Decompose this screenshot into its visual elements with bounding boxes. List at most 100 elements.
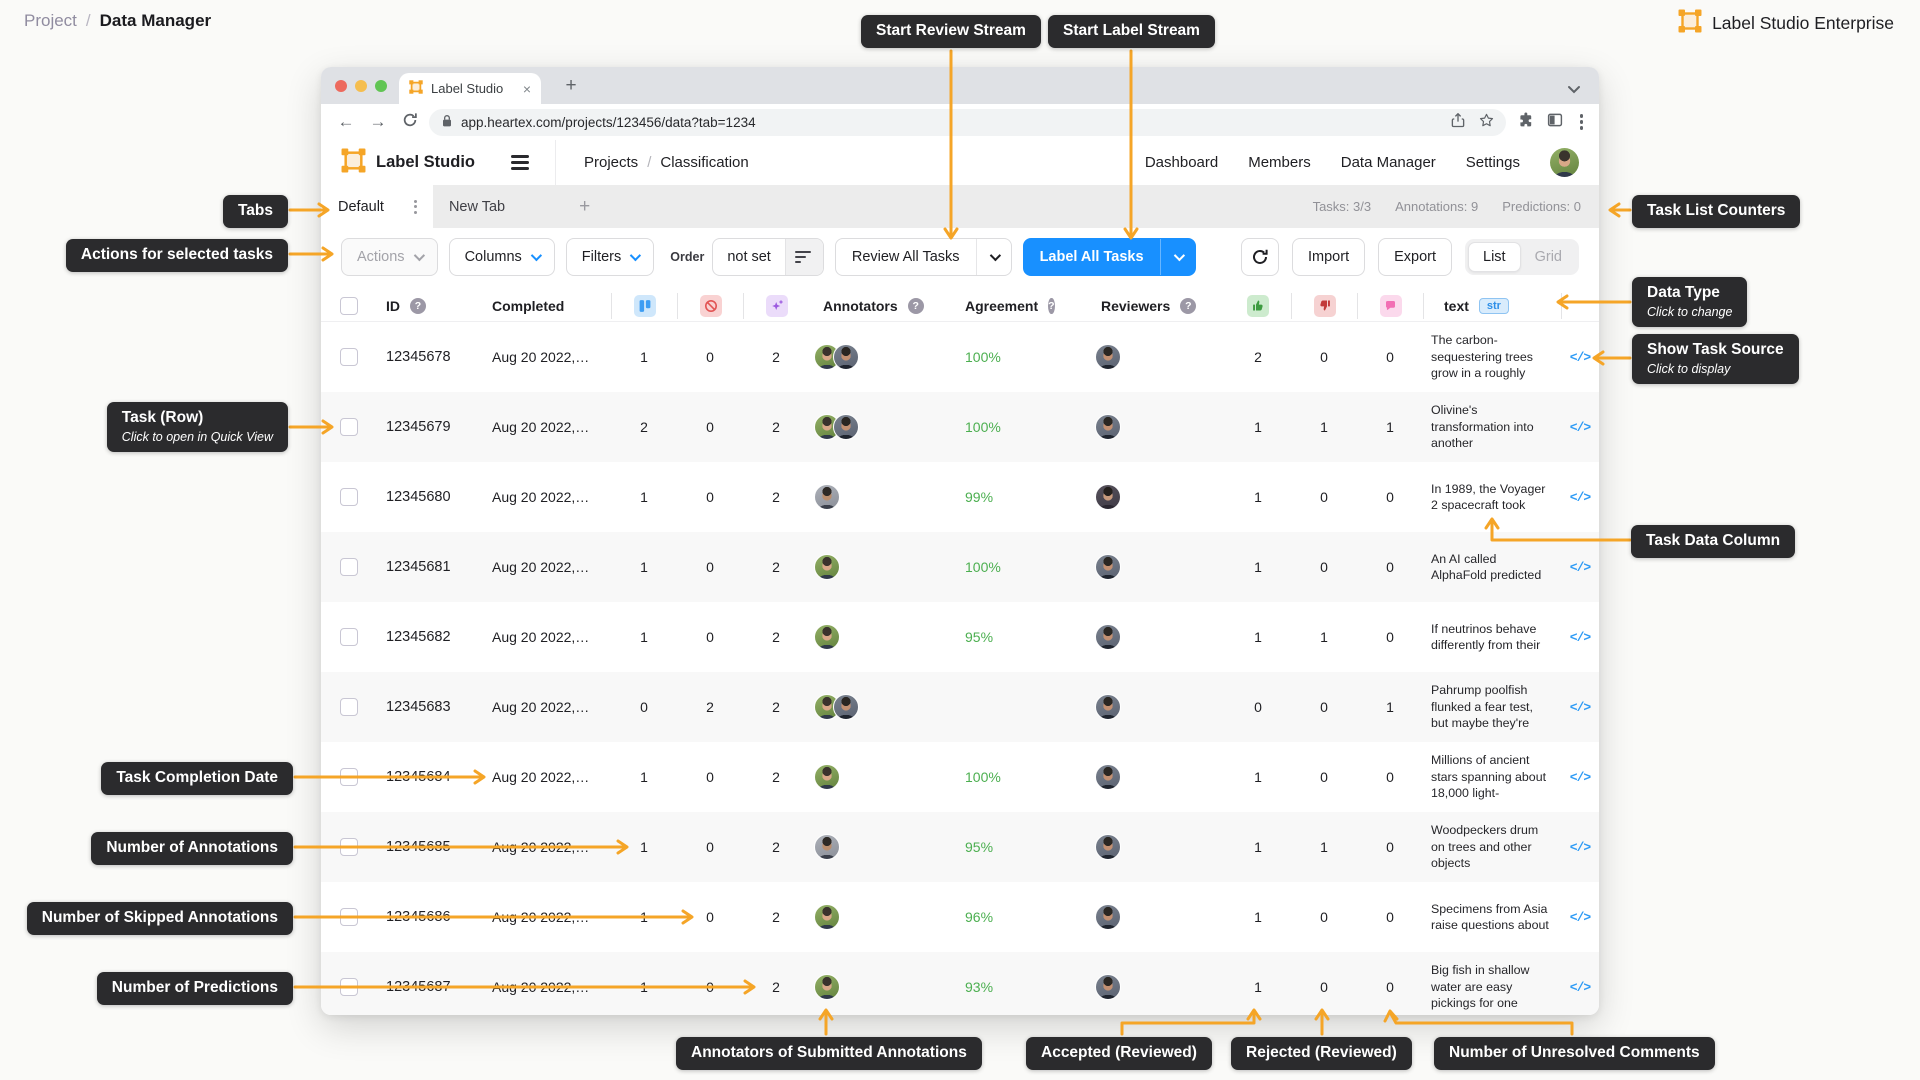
nav-dashboard[interactable]: Dashboard [1145, 154, 1218, 171]
show-task-source-icon[interactable]: </> [1570, 910, 1590, 925]
extensions-puzzle-icon[interactable] [1518, 112, 1534, 133]
refresh-button[interactable] [1241, 238, 1279, 276]
projects-link[interactable]: Projects [584, 154, 638, 171]
review-all-tasks-button[interactable]: Review All Tasks [835, 238, 1012, 276]
row-checkbox[interactable] [340, 768, 358, 786]
grid-view-button[interactable]: Grid [1521, 243, 1576, 271]
table-row[interactable]: 12345681 Aug 20 2022,… 1 0 2 100% 1 0 0 … [321, 532, 1599, 602]
callout-unresolved-comments: Number of Unresolved Comments [1434, 1037, 1715, 1070]
col-completed[interactable]: Completed [492, 298, 564, 314]
review-dropdown-icon[interactable] [976, 239, 1011, 275]
accepted-reviews-icon[interactable] [1247, 295, 1269, 317]
hamburger-menu-icon[interactable] [511, 155, 529, 169]
show-task-source-icon[interactable]: </> [1570, 840, 1590, 855]
ordering-control[interactable]: not set [712, 238, 824, 276]
avatar [1095, 624, 1121, 650]
table-row[interactable]: 12345683 Aug 20 2022,… 0 2 2 0 0 1 Pahru… [321, 672, 1599, 742]
reload-icon[interactable] [397, 112, 423, 133]
app-header: Label Studio Projects / Classification D… [321, 140, 1599, 185]
tab-default[interactable]: Default [321, 185, 433, 228]
new-tab-icon[interactable]: + [558, 75, 584, 97]
row-checkbox[interactable] [340, 628, 358, 646]
help-icon[interactable]: ? [908, 298, 924, 314]
tab-menu-icon[interactable] [414, 200, 417, 214]
traffic-light-minimize-icon[interactable] [355, 80, 367, 92]
table-row[interactable]: 12345684 Aug 20 2022,… 1 0 2 100% 1 0 0 … [321, 742, 1599, 812]
predictions-icon[interactable] [766, 295, 788, 317]
filters-button[interactable]: Filters [566, 238, 654, 276]
task-completed-date: Aug 20 2022,… [481, 909, 611, 925]
show-task-source-icon[interactable]: </> [1570, 490, 1590, 505]
tab-new-tab[interactable]: New Tab [433, 185, 521, 228]
address-bar[interactable]: app.heartex.com/projects/123456/data?tab… [429, 109, 1506, 136]
table-row[interactable]: 12345682 Aug 20 2022,… 1 0 2 95% 1 1 0 I… [321, 602, 1599, 672]
row-checkbox[interactable] [340, 908, 358, 926]
unresolved-comments-icon[interactable] [1380, 295, 1402, 317]
nav-settings[interactable]: Settings [1466, 154, 1520, 171]
nav-members[interactable]: Members [1248, 154, 1311, 171]
row-checkbox[interactable] [340, 838, 358, 856]
browser-tab[interactable]: Label Studio × [399, 73, 541, 104]
row-checkbox[interactable] [340, 418, 358, 436]
columns-button[interactable]: Columns [449, 238, 555, 276]
row-checkbox[interactable] [340, 558, 358, 576]
actions-button[interactable]: Actions [341, 238, 438, 276]
back-icon[interactable]: ← [333, 112, 359, 132]
show-task-source-icon[interactable]: </> [1570, 420, 1590, 435]
skipped-annotations-icon[interactable] [700, 295, 722, 317]
show-task-source-icon[interactable]: </> [1570, 770, 1590, 785]
help-icon[interactable]: ? [410, 298, 426, 314]
show-task-source-icon[interactable]: </> [1570, 630, 1590, 645]
annotations-count-icon[interactable] [634, 295, 656, 317]
user-avatar[interactable] [1550, 148, 1579, 177]
show-task-source-icon[interactable]: </> [1570, 980, 1590, 995]
rejected-reviews-icon[interactable] [1314, 295, 1336, 317]
show-task-source-icon[interactable]: </> [1570, 700, 1590, 715]
breadcrumb-parent[interactable]: Project [24, 11, 77, 31]
export-button[interactable]: Export [1378, 238, 1452, 276]
add-tab-icon[interactable]: + [579, 185, 590, 228]
app-logo-icon[interactable] [341, 148, 366, 178]
table-row[interactable]: 12345687 Aug 20 2022,… 1 0 2 93% 1 0 0 B… [321, 952, 1599, 1015]
row-checkbox[interactable] [340, 348, 358, 366]
table-row[interactable]: 12345679 Aug 20 2022,… 2 0 2 100% 1 1 1 … [321, 392, 1599, 462]
forward-icon[interactable]: → [365, 112, 391, 132]
show-task-source-icon[interactable]: </> [1570, 350, 1590, 365]
label-all-tasks-button[interactable]: Label All Tasks [1023, 238, 1196, 276]
col-reviewers[interactable]: Reviewers [1101, 298, 1170, 314]
sort-icon[interactable] [785, 239, 823, 275]
predictions-count: 2 [743, 909, 809, 925]
list-view-button[interactable]: List [1468, 242, 1521, 272]
callout-task-source-sub: Click to display [1647, 362, 1784, 377]
tab-search-chevron-icon[interactable] [1567, 81, 1581, 99]
row-checkbox[interactable] [340, 978, 358, 996]
col-id[interactable]: ID [386, 298, 400, 314]
browser-menu-icon[interactable] [1576, 114, 1588, 130]
label-dropdown-icon[interactable] [1160, 239, 1195, 275]
traffic-light-maximize-icon[interactable] [375, 80, 387, 92]
show-task-source-icon[interactable]: </> [1570, 560, 1590, 575]
traffic-light-close-icon[interactable] [335, 80, 347, 92]
skipped-count: 0 [677, 489, 743, 505]
select-all-checkbox[interactable] [340, 297, 358, 315]
row-checkbox[interactable] [340, 698, 358, 716]
col-annotators[interactable]: Annotators [823, 298, 898, 314]
col-agreement[interactable]: Agreement [965, 298, 1038, 314]
col-text[interactable]: text [1444, 298, 1469, 314]
help-icon[interactable]: ? [1180, 298, 1196, 314]
share-icon[interactable] [1451, 113, 1465, 131]
row-checkbox[interactable] [340, 488, 358, 506]
table-row[interactable]: 12345686 Aug 20 2022,… 1 0 2 96% 1 0 0 S… [321, 882, 1599, 952]
project-name[interactable]: Classification [660, 154, 748, 171]
callout-data-type: Data Type Click to change [1632, 277, 1747, 327]
table-row[interactable]: 12345680 Aug 20 2022,… 1 0 2 99% 1 0 0 I… [321, 462, 1599, 532]
tab-close-icon[interactable]: × [523, 81, 531, 97]
table-row[interactable]: 12345678 Aug 20 2022,… 1 0 2 100% 2 0 0 … [321, 322, 1599, 392]
data-type-badge[interactable]: str [1479, 298, 1509, 314]
table-row[interactable]: 12345685 Aug 20 2022,… 1 0 2 95% 1 1 0 W… [321, 812, 1599, 882]
side-panel-icon[interactable] [1547, 112, 1563, 133]
nav-data-manager[interactable]: Data Manager [1341, 154, 1436, 171]
import-button[interactable]: Import [1292, 238, 1365, 276]
bookmark-star-icon[interactable] [1479, 113, 1494, 131]
accepted-count: 2 [1225, 349, 1291, 365]
